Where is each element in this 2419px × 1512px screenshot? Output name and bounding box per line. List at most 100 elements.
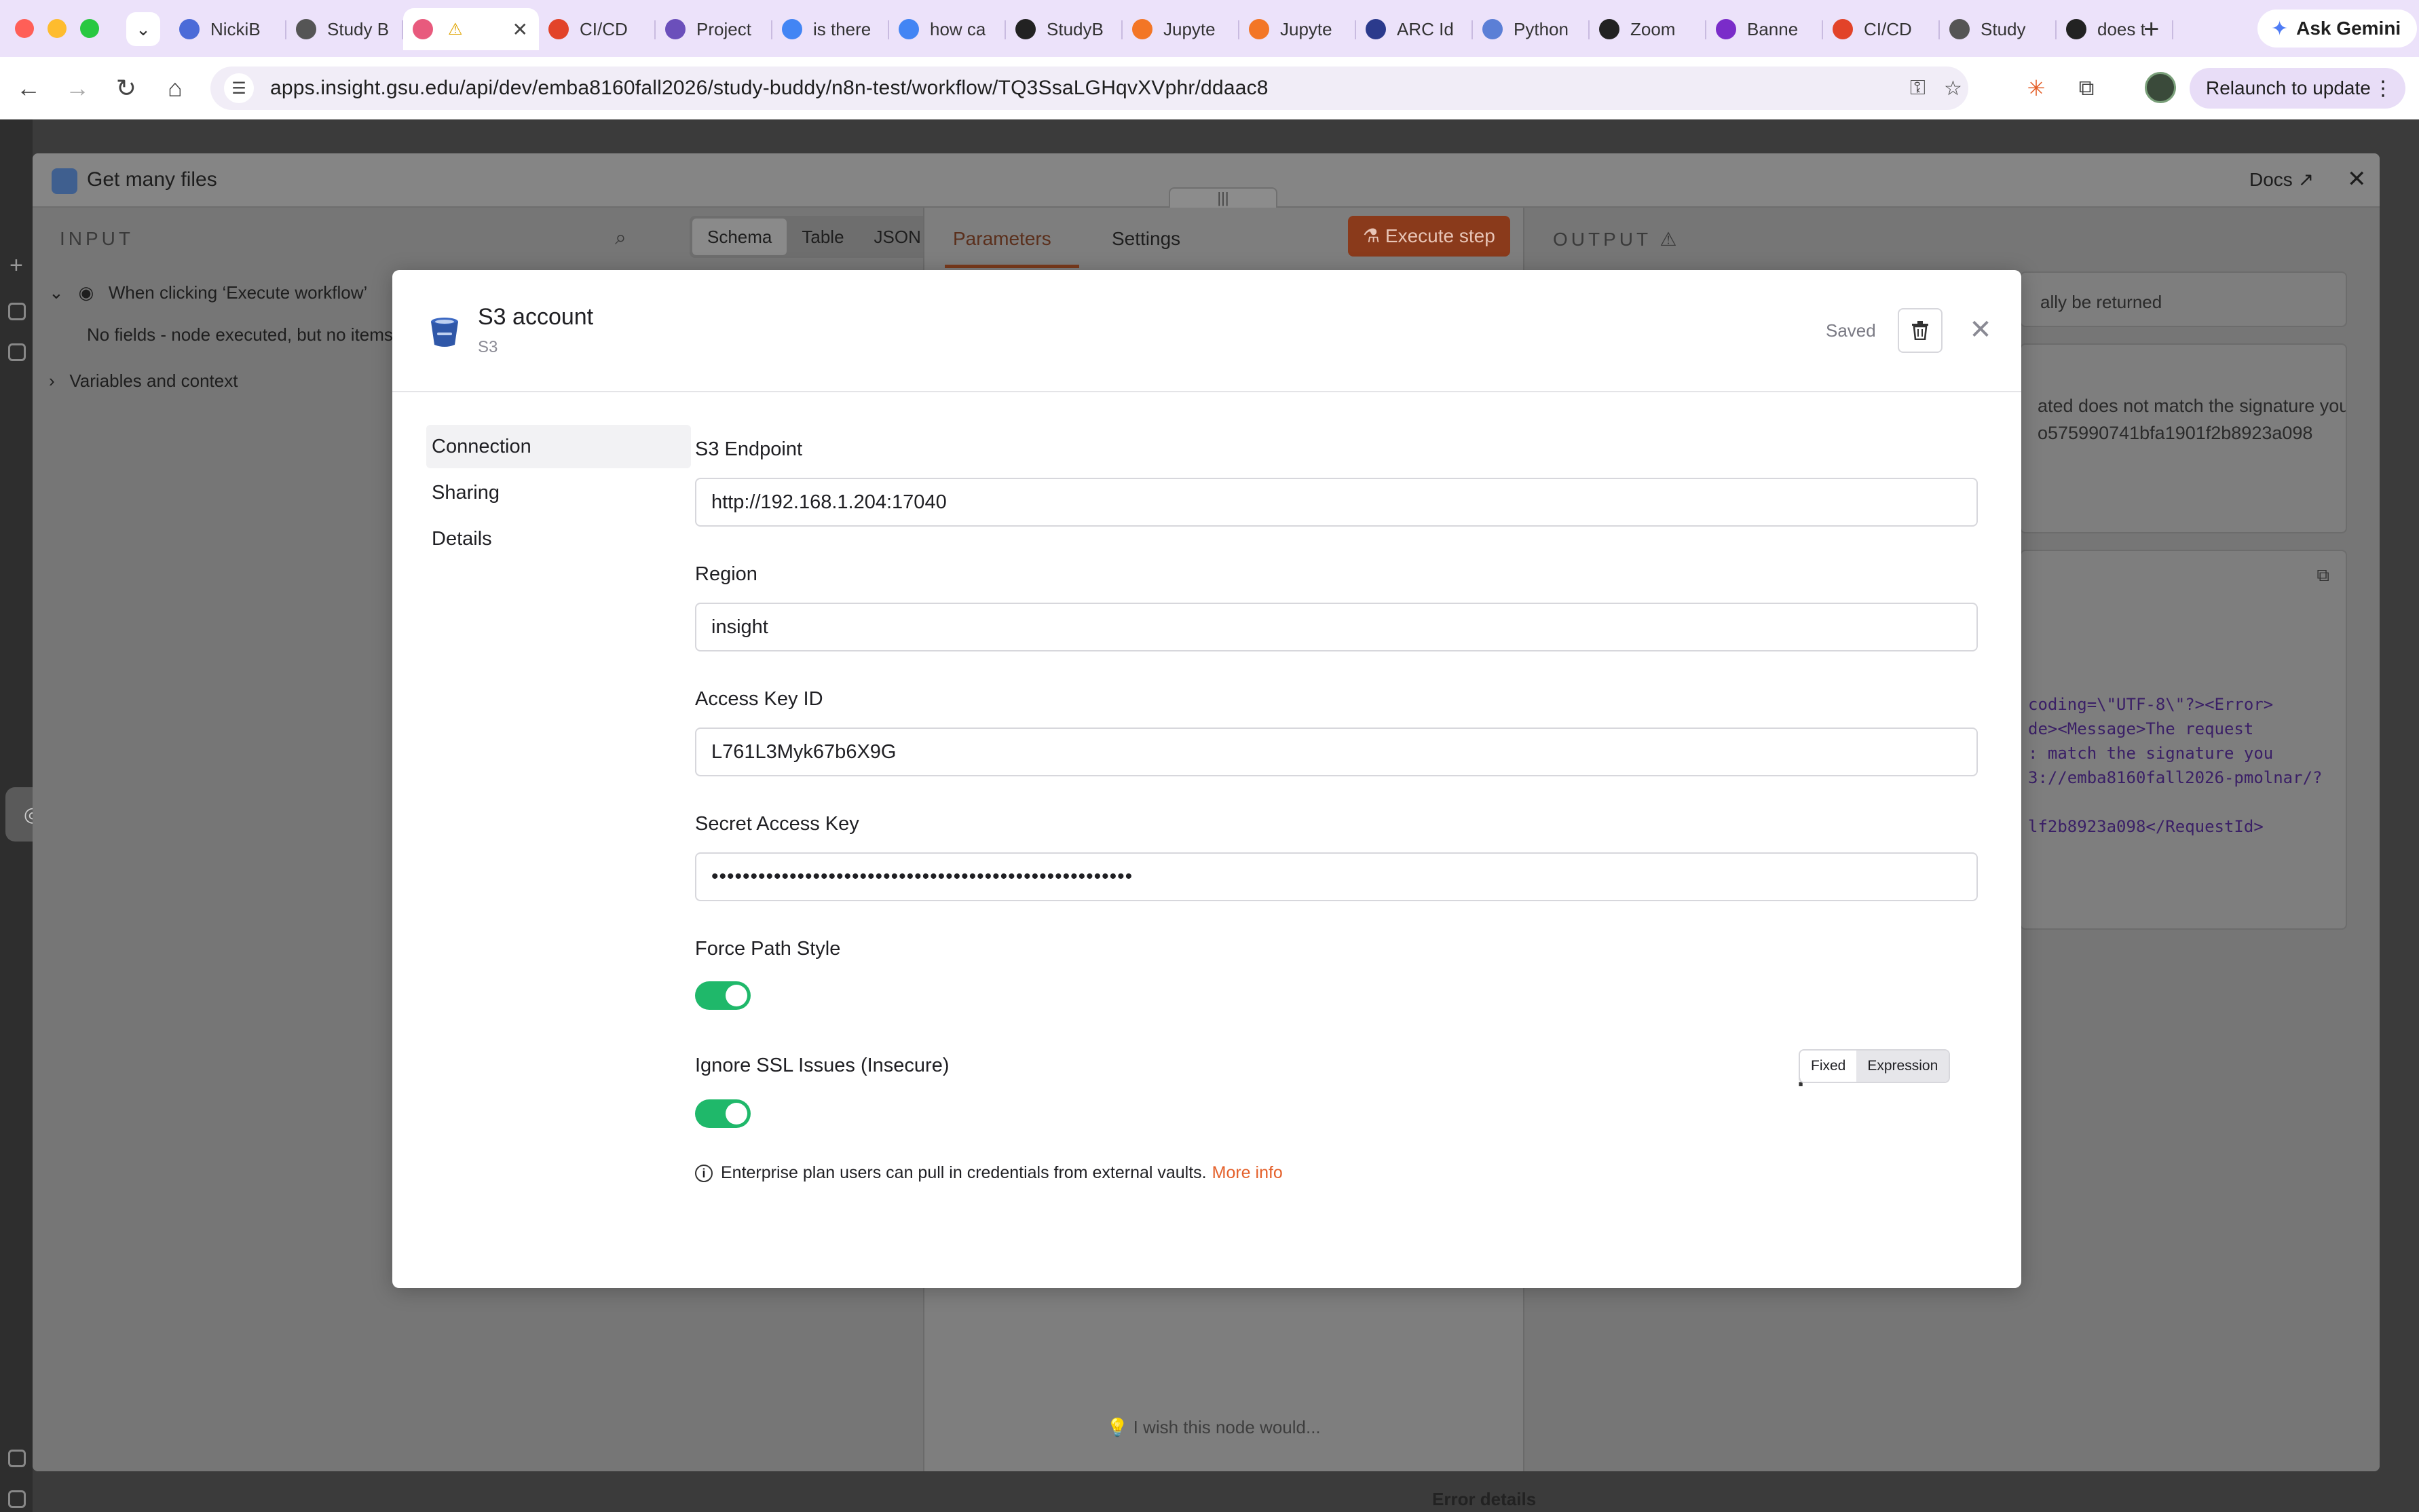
mode-fixed[interactable]: Fixed [1800,1051,1857,1082]
tab-favicon-icon [2066,19,2086,39]
browser-tab[interactable]: NickiB [170,8,286,50]
password-key-icon[interactable]: ⚿ [1910,67,1926,110]
nav-sharing[interactable]: Sharing [426,471,691,514]
tab-settings[interactable]: Settings [1112,228,1180,250]
tab-parameters[interactable]: Parameters [953,228,1051,250]
extensions-puzzle-icon[interactable]: ⧉ [2070,72,2103,105]
warning-triangle-icon: ⚠ [1659,229,1677,250]
reload-icon: ↻ [115,74,137,102]
search-icon[interactable]: ⌕ [615,227,626,250]
browser-tab[interactable]: how ca [889,8,1006,50]
enterprise-notice: i Enterprise plan users can pull in cred… [695,1163,1283,1183]
arrow-right-icon: → [65,74,90,102]
home-button[interactable]: ⌂ [160,73,190,103]
feedback-prompt[interactable]: 💡 I wish this node would... [1106,1417,1321,1438]
tab-favicon-icon [1599,19,1619,39]
browser-tab[interactable]: Study [1940,8,2057,50]
ndv-close-button[interactable]: ✕ [2347,166,2367,193]
external-link-icon: ↗ [2298,169,2314,190]
browser-tab[interactable]: Banne [1706,8,1823,50]
tab-search-button[interactable]: ⌄ [126,12,160,46]
plus-icon[interactable]: + [10,252,23,279]
modal-title[interactable]: S3 account [478,304,593,330]
browser-tab[interactable]: Jupyte [1123,8,1239,50]
error-xml: coding=\"UTF-8\"?><Error> de><Message>Th… [2028,695,2323,836]
more-vert-icon: ⋮ [2373,77,2393,100]
tab-schema[interactable]: Schema [692,219,787,255]
force-path-style-toggle[interactable] [695,981,751,1010]
browser-tab[interactable]: Jupyte [1239,8,1356,50]
ignore-ssl-label: Ignore SSL Issues (Insecure) [695,1055,950,1076]
docs-label: Docs [2249,169,2293,190]
new-tab-button[interactable]: + [2143,12,2159,46]
browser-tab[interactable]: Python [1473,8,1590,50]
relaunch-to-update-button[interactable]: Relaunch to update ⋮ [2190,68,2405,109]
nav-connection[interactable]: Connection [426,425,691,468]
close-modal-button[interactable]: ✕ [1960,309,2001,350]
panel-drag-handle[interactable]: ||| [1169,187,1277,208]
variables-and-context-item[interactable]: › Variables and context [49,371,238,392]
tab-favicon-icon [1482,19,1503,39]
tab-title: Study B [327,18,390,39]
error-details-label[interactable]: Error details [1432,1489,1536,1510]
ask-gemini-label: Ask Gemini [2296,18,2401,39]
bookmark-star-icon[interactable]: ☆ [1944,67,1962,110]
gemini-sparkle-icon: ✦ [2271,17,2289,40]
browser-tab[interactable]: ARC Id [1356,8,1473,50]
region-input[interactable]: insight [695,603,1978,651]
tab-title: does t [2097,18,2145,39]
s3-bucket-icon [431,318,458,347]
saved-status: Saved [1826,320,1876,341]
access-key-id-input[interactable]: L761L3Myk67b6X9G [695,727,1978,776]
browser-tab[interactable]: Zoom [1590,8,1706,50]
back-button[interactable]: ← [14,73,43,103]
ask-gemini-button[interactable]: ✦ Ask Gemini [2257,10,2418,48]
profile-avatar[interactable] [2145,72,2176,103]
output-error-summary: ated does not match the signature you o5… [2020,343,2347,533]
ndv-node-title[interactable]: Get many files [87,168,217,191]
url-text[interactable]: apps.insight.gsu.edu/api/dev/emba8160fal… [270,77,1269,100]
browser-tab-active[interactable]: ⚠ ✕ [403,8,539,50]
forward-button[interactable]: → [62,73,92,103]
browser-tab[interactable]: CI/CD [1823,8,1940,50]
window-close-button[interactable] [15,19,34,38]
browser-tab[interactable]: CI/CD [539,8,656,50]
force-path-style-label: Force Path Style [695,938,841,960]
tab-title: Study [1981,18,2026,39]
output-notice: ally be returned [2020,271,2347,327]
s3-endpoint-input[interactable]: http://192.168.1.204:17040 [695,478,1978,527]
browser-tab-bar: ⌄ NickiB Study B ⚠ ✕ CI/CD Project is there how… [0,0,2419,57]
execute-step-button[interactable]: ⚗ Execute step [1348,216,1510,257]
notice-text: Enterprise plan users can pull in creden… [721,1163,1207,1182]
nav-details[interactable]: Details [426,517,691,561]
browser-tab[interactable]: Project [656,8,772,50]
ignore-ssl-toggle[interactable] [695,1099,751,1128]
tab-close-icon[interactable]: ✕ [512,18,528,41]
window-zoom-button[interactable] [80,19,99,38]
chevron-down-icon: ⌄ [136,18,151,39]
site-settings-icon[interactable]: ☰ [224,73,254,103]
sidebar-panel-icon[interactable] [8,343,26,361]
sidebar-insights-icon[interactable] [8,1490,26,1508]
sidebar-templates-icon[interactable] [8,1450,26,1467]
trigger-node-item[interactable]: ⌄ ◉ When clicking ‘Execute workflow’ [49,282,367,303]
tab-favicon-icon [548,19,569,39]
browser-tab[interactable]: Study B [286,8,403,50]
output-label-text: OUTPUT [1553,229,1651,250]
docs-link[interactable]: Docs ↗ [2249,168,2314,191]
sidebar-overview-icon[interactable] [8,303,26,320]
window-minimize-button[interactable] [48,19,67,38]
more-info-link[interactable]: More info [1212,1163,1283,1183]
reload-button[interactable]: ↻ [111,73,141,103]
browser-tab[interactable]: StudyB [1006,8,1123,50]
tab-title: Project [696,18,751,39]
delete-credential-button[interactable] [1898,308,1943,353]
mode-expression[interactable]: Expression [1856,1051,1949,1082]
address-bar[interactable]: ☰ apps.insight.gsu.edu/api/dev/emba8160f… [210,67,1968,110]
browser-tab[interactable]: is there [772,8,889,50]
copy-icon[interactable]: ⧉ [2317,565,2329,586]
tab-table[interactable]: Table [787,219,859,255]
claude-extension-icon[interactable]: ✳ [2020,72,2052,105]
secret-access-key-input[interactable]: ••••••••••••••••••••••••••••••••••••••••… [695,852,1978,901]
tab-title: Python [1514,18,1569,39]
